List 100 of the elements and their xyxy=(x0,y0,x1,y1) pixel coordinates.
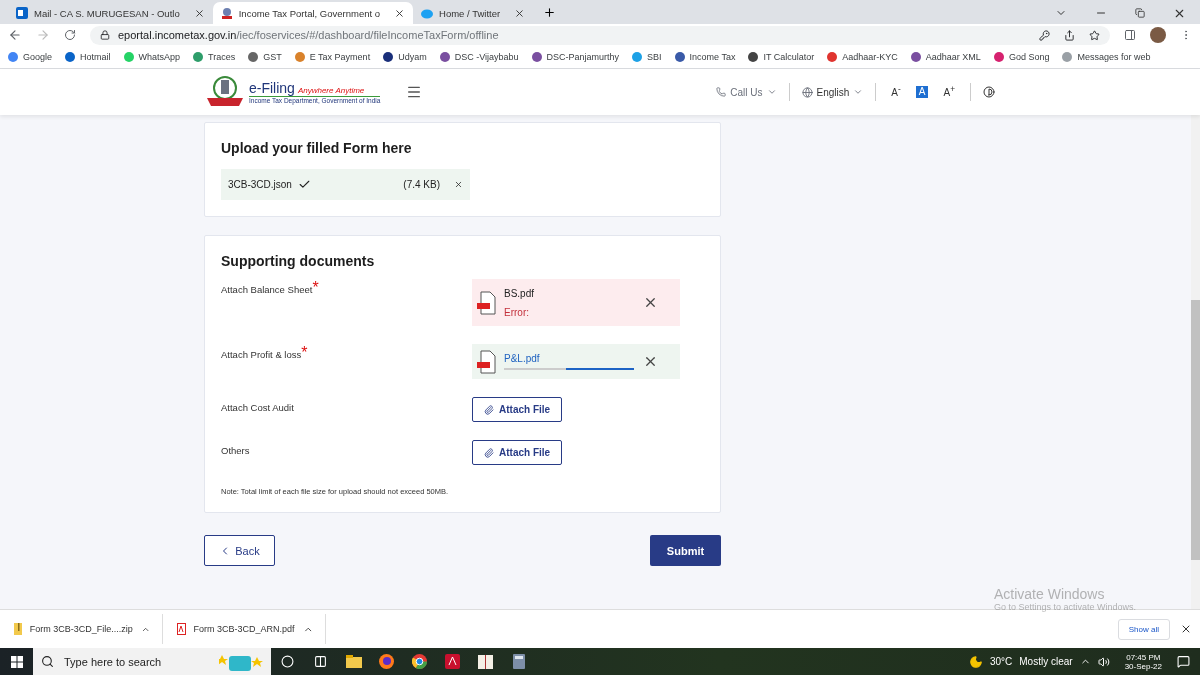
scroll-thumb[interactable] xyxy=(1191,300,1200,560)
close-icon[interactable] xyxy=(514,7,526,19)
temperature-text: 30°C xyxy=(989,656,1013,667)
weather-icon[interactable] xyxy=(968,654,983,669)
font-size-button[interactable]: A$^{+}$ xyxy=(940,84,958,100)
avatar[interactable] xyxy=(1150,27,1166,43)
restore-icon[interactable] xyxy=(1135,8,1145,18)
bookmark[interactable]: SBI xyxy=(632,52,662,62)
field-label: Attach Balance Sheet xyxy=(221,284,313,295)
menu-icon[interactable] xyxy=(406,84,423,100)
file-name: BS.pdf xyxy=(504,287,536,299)
section-title: Supporting documents xyxy=(221,253,376,269)
activation-text: Go to Settings to activate Windows. xyxy=(994,602,1137,612)
new-tab-icon[interactable] xyxy=(543,6,557,19)
browser-tab[interactable]: Mail - CA S. MURUGESAN - Outlo xyxy=(8,2,213,24)
chevron-icon xyxy=(853,87,864,97)
bookmark[interactable]: IT Calculator xyxy=(748,52,815,62)
chevron-icon xyxy=(766,87,777,97)
round-browser-icon[interactable] xyxy=(412,654,427,669)
zip-icon xyxy=(14,623,22,635)
file-name: 3CB-3CD.json xyxy=(228,179,292,190)
bookmark[interactable]: Aadhaar XML xyxy=(910,52,981,62)
pdf-reader-icon[interactable] xyxy=(445,654,460,669)
star-icon[interactable] xyxy=(1089,29,1100,41)
bookmark[interactable]: GST xyxy=(248,52,282,62)
bookmark[interactable]: DSC -Vijaybabu xyxy=(439,52,519,62)
pdf-icon xyxy=(476,290,498,315)
bookmark[interactable]: DSC-Panjamurthy xyxy=(531,52,620,62)
emblem-icon xyxy=(220,7,233,19)
address-bar[interactable]: eportal.incometax.gov.in/iec/foservices/#/dashboard/fileIncomeTaxForm/offline xyxy=(90,25,1110,45)
file-name: P&L.pdf xyxy=(504,353,541,364)
calculator-icon[interactable] xyxy=(512,654,525,669)
windows-start-icon[interactable] xyxy=(10,655,23,668)
search-icon xyxy=(41,655,54,668)
weather-text: Mostly clear xyxy=(1019,656,1073,667)
field-label: Attach Profit & loss xyxy=(221,349,302,360)
notification-icon[interactable] xyxy=(1177,655,1190,668)
close-icon[interactable] xyxy=(193,7,205,19)
close-icon[interactable] xyxy=(394,7,406,19)
taskbar-search[interactable]: Type here to search xyxy=(33,648,271,675)
reload-icon[interactable] xyxy=(64,29,76,41)
pdf-icon xyxy=(476,349,498,374)
attach-file-button[interactable]: Attach File xyxy=(472,397,563,422)
url-text: eportal.incometax.gov.in/iec/foservices/#/dashboard/fileIncomeTaxForm/offline xyxy=(118,29,499,41)
attach-file-button[interactable]: Attach File xyxy=(472,440,563,465)
field-label: Others xyxy=(221,445,250,456)
language-select[interactable]: English xyxy=(801,86,864,98)
browser-tab[interactable]: Home / Twitter xyxy=(413,2,534,24)
brand-tagline: Anywhere Anytime xyxy=(297,86,365,95)
lock-icon xyxy=(100,30,110,40)
clock[interactable]: 07:45 PM 30-Sep-22 xyxy=(1124,652,1162,671)
submit-button[interactable]: Submit xyxy=(650,535,721,566)
bookmark[interactable]: Google xyxy=(8,52,53,62)
phone-icon xyxy=(716,87,727,97)
file-size: (7.4 KB) xyxy=(403,179,440,190)
required-mark: * xyxy=(301,344,308,361)
folder-icon[interactable] xyxy=(345,655,362,668)
bookmark[interactable]: Messages for web xyxy=(1062,52,1151,62)
cortana-icon[interactable] xyxy=(281,655,294,668)
bookmark[interactable]: God Song xyxy=(993,52,1050,62)
remove-icon[interactable] xyxy=(454,180,463,189)
volume-icon[interactable] xyxy=(1097,655,1110,668)
scrollbar[interactable] xyxy=(1191,115,1200,609)
bookmark[interactable]: E Tax Payment xyxy=(294,52,371,62)
call-us-link[interactable]: Call Us xyxy=(716,86,777,98)
globe-icon xyxy=(801,86,813,98)
font-size-button[interactable]: A$^{-}$ xyxy=(888,84,904,100)
back-icon[interactable] xyxy=(8,28,22,42)
activation-title: Activate Windows xyxy=(994,586,1106,602)
back-button[interactable]: Back xyxy=(204,535,275,566)
close-icon[interactable] xyxy=(1180,623,1192,635)
bookmark[interactable]: Traces xyxy=(193,52,236,62)
browser-tab[interactable]: Income Tax Portal, Government o xyxy=(212,2,414,24)
bookmark[interactable]: Udyam xyxy=(383,52,427,62)
pdf-icon xyxy=(177,623,186,635)
paperclip-icon xyxy=(484,404,494,415)
show-all-button[interactable]: Show all xyxy=(1117,618,1170,640)
key-icon[interactable] xyxy=(1039,29,1050,41)
error-text: Error: xyxy=(504,306,530,318)
field-label: Attach Cost Audit xyxy=(221,402,294,413)
bird-icon xyxy=(421,7,434,19)
side-panel-icon[interactable] xyxy=(1124,29,1136,41)
section-title: Upload your filled Form here xyxy=(221,140,413,156)
remove-icon[interactable] xyxy=(643,354,658,369)
download-item[interactable]: Form 3CB-3CD_ARN.pdf xyxy=(163,614,326,644)
brand-title: e-Filing xyxy=(249,80,295,96)
bookmark[interactable]: Aadhaar-KYC xyxy=(827,52,898,62)
book-icon[interactable] xyxy=(478,654,493,669)
bookmark[interactable]: WhatsApp xyxy=(123,52,181,62)
task-view-icon[interactable] xyxy=(314,655,327,668)
required-mark: * xyxy=(312,279,319,296)
bookmark[interactable]: Hotmail xyxy=(65,52,111,62)
remove-icon[interactable] xyxy=(643,295,658,310)
download-item[interactable]: Form 3CB-3CD_File....zip xyxy=(0,614,163,644)
font-size-button[interactable]: A xyxy=(915,86,929,98)
paperclip-icon xyxy=(484,447,494,458)
share-icon[interactable] xyxy=(1064,29,1075,41)
mail-icon xyxy=(16,7,28,19)
bookmark[interactable]: Income Tax xyxy=(674,52,736,62)
contrast-icon[interactable] xyxy=(983,86,995,98)
